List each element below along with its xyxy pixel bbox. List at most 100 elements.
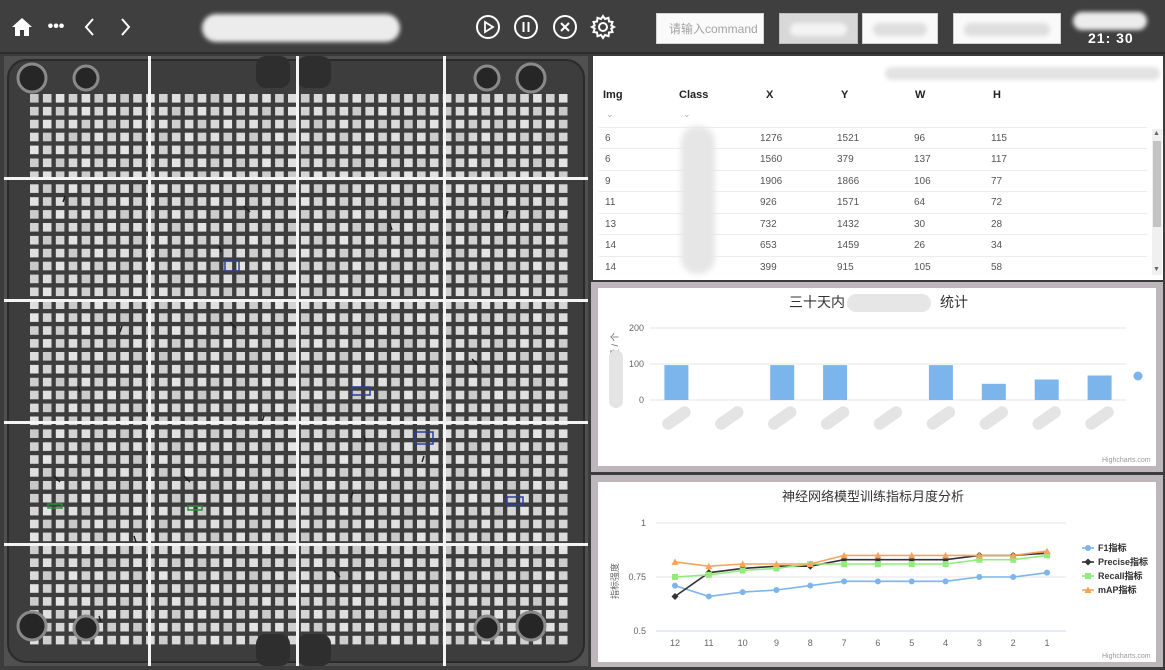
- col-header-y[interactable]: Y: [841, 89, 848, 101]
- cell-y: 1571: [837, 197, 860, 208]
- cell-y: 1866: [837, 176, 860, 187]
- line-x-tick-label: 6: [875, 638, 880, 648]
- line-x-tick-label: 12: [670, 638, 680, 648]
- redacted-ylabel-part: [609, 350, 623, 408]
- plate-notch: [297, 56, 331, 88]
- cell-w: 96: [914, 133, 926, 144]
- bar: [1034, 379, 1059, 400]
- bar: [823, 365, 848, 400]
- toolbar-button-3[interactable]: [953, 13, 1061, 44]
- bar-y-tick-label: 200: [629, 323, 644, 333]
- line-x-tick-label: 4: [943, 638, 948, 648]
- col-header-h[interactable]: H: [993, 89, 1001, 101]
- legend-label: F1指标: [1098, 542, 1127, 553]
- more-icon[interactable]: •••: [40, 11, 72, 43]
- table-scrollbar-thumb[interactable]: [1153, 141, 1161, 227]
- command-input[interactable]: [656, 13, 764, 44]
- scroll-down-icon[interactable]: ▼: [1153, 266, 1160, 273]
- legend-label: Precise指标: [1098, 556, 1148, 567]
- redacted-x-label: [715, 406, 744, 430]
- more-label: •••: [47, 18, 65, 35]
- stop-icon[interactable]: [549, 11, 581, 43]
- redacted-caption: [885, 67, 1160, 80]
- data-point: [874, 561, 881, 568]
- col-header-img[interactable]: Img: [603, 89, 623, 101]
- col-header-class[interactable]: Class: [679, 89, 708, 101]
- cell-x: 1560: [760, 154, 783, 165]
- cell-img: 14: [605, 240, 617, 251]
- bar-y-tick-label: 100: [629, 359, 644, 369]
- grid-divider: [4, 421, 588, 424]
- col-header-w[interactable]: W: [915, 89, 925, 101]
- line-chart-title: 神经网络模型训练指标月度分析: [782, 489, 964, 504]
- redacted-x-label: [662, 406, 691, 430]
- cell-img: 11: [605, 197, 616, 208]
- redacted-user: [1073, 12, 1147, 30]
- line-x-tick-label: 8: [808, 638, 813, 648]
- cell-x: 926: [760, 197, 777, 208]
- line-x-tick-label: 5: [909, 638, 914, 648]
- legend-item[interactable]: Recall指标: [1082, 570, 1143, 581]
- cell-y: 1459: [837, 240, 860, 251]
- data-point: [672, 582, 678, 589]
- redacted-x-label: [1085, 406, 1114, 430]
- plate-notch: [256, 634, 290, 666]
- line-x-tick-label: 1: [1044, 638, 1049, 648]
- line-y-tick-label: 0.5: [633, 626, 646, 636]
- grid-divider: [148, 56, 151, 666]
- play-icon[interactable]: [472, 11, 504, 43]
- bar: [664, 365, 689, 400]
- grid-divider: [296, 56, 299, 666]
- cell-w: 26: [914, 240, 926, 251]
- inspection-image-panel[interactable]: [4, 56, 588, 666]
- line-x-tick-label: 9: [774, 638, 779, 648]
- sort-icon[interactable]: ⌄: [606, 109, 614, 120]
- cell-h: 115: [991, 133, 1007, 144]
- cell-w: 106: [914, 176, 931, 187]
- data-point: [705, 593, 712, 600]
- cell-img: 6: [605, 154, 611, 165]
- line-x-tick-label: 11: [704, 638, 713, 648]
- scroll-up-icon[interactable]: ▲: [1153, 130, 1160, 137]
- cell-h: 72: [991, 197, 1003, 208]
- toolbar-button-2[interactable]: [862, 13, 938, 44]
- cell-y: 1521: [837, 133, 860, 144]
- redacted-x-label: [979, 406, 1008, 430]
- series-line: [674, 571, 1048, 598]
- home-icon[interactable]: [6, 11, 38, 43]
- line-chart: 神经网络模型训练指标月度分析 指标强度 0.50.751 12 11 10 9 8 7 6 5…: [609, 489, 1151, 660]
- legend-item[interactable]: Precise指标: [1082, 556, 1148, 567]
- cell-x: 653: [760, 240, 777, 251]
- bar-chart-title-right: 统计: [940, 294, 968, 310]
- sort-icon[interactable]: ⌄: [683, 109, 691, 120]
- legend-item[interactable]: mAP指标: [1082, 584, 1137, 595]
- col-header-x[interactable]: X: [766, 89, 773, 101]
- gear-icon[interactable]: [587, 11, 619, 43]
- data-point: [739, 567, 746, 574]
- grid-divider: [4, 543, 588, 546]
- line-y-tick-label: 0.75: [628, 572, 646, 582]
- pause-icon[interactable]: [510, 11, 542, 43]
- line-y-tick-label: 1: [641, 518, 646, 528]
- data-point: [841, 561, 848, 568]
- legend-marker[interactable]: [1133, 371, 1143, 381]
- top-toolbar: ••• 21:: [0, 0, 1165, 54]
- back-icon[interactable]: [74, 11, 106, 43]
- data-point: [739, 589, 746, 596]
- cell-img: 14: [605, 262, 617, 273]
- chart-credit: Highcharts.com: [1102, 457, 1151, 464]
- data-point: [976, 574, 983, 580]
- forward-icon[interactable]: [109, 11, 141, 43]
- redacted-title-part: [847, 294, 931, 312]
- legend-item[interactable]: F1指标: [1082, 542, 1127, 553]
- cell-w: 137: [914, 154, 931, 165]
- data-point: [1044, 569, 1050, 576]
- data-point: [705, 571, 712, 578]
- line-x-tick-label: 3: [977, 638, 982, 648]
- bar: [1087, 375, 1112, 400]
- toolbar-button-1[interactable]: [779, 13, 858, 44]
- data-point: [1085, 545, 1091, 551]
- bar: [928, 365, 953, 400]
- bar: [981, 383, 1006, 400]
- mounting-hole-icon: [16, 62, 48, 94]
